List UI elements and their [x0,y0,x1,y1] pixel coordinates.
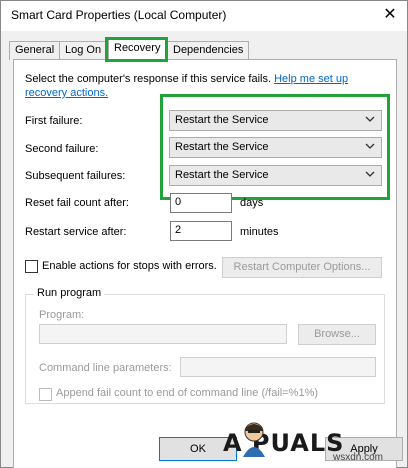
program-input[interactable] [39,324,287,344]
first-failure-select[interactable]: Restart the Service [169,110,382,131]
restart-service-label: Restart service after: [25,226,127,238]
restart-service-input[interactable]: 2 [170,221,232,241]
recovery-description: Select the computer's response if this s… [25,72,385,100]
enable-actions-checkbox[interactable] [25,260,38,273]
reset-fail-count-unit: days [240,197,264,209]
append-fail-count-checkbox[interactable] [39,388,52,401]
first-failure-value: Restart the Service [175,114,269,126]
close-button[interactable]: ✕ [379,5,401,25]
reset-fail-count-input[interactable]: 0 [170,193,232,213]
tab-recovery[interactable]: Recovery [108,39,167,61]
enable-actions-label: Enable actions for stops with errors. [42,260,217,272]
title-bar: Smart Card Properties (Local Computer) ✕ [1,1,407,31]
append-fail-count-label: Append fail count to end of command line… [56,387,319,399]
chevron-down-icon [365,116,375,122]
first-failure-label: First failure: [25,115,83,127]
run-program-group: Run program Program: Browse... Command l… [25,287,385,404]
subsequent-failures-value: Restart the Service [175,169,269,181]
second-failure-label: Second failure: [25,143,99,155]
tab-dependencies[interactable]: Dependencies [167,41,250,60]
description-text: Select the computer's response if this s… [25,73,272,85]
command-line-label: Command line parameters: [39,362,172,374]
window-title: Smart Card Properties (Local Computer) [11,8,227,22]
subsequent-failures-select[interactable]: Restart the Service [169,165,382,186]
command-line-input[interactable] [180,357,376,377]
site-watermark: wsxdn.com [333,452,384,463]
tab-log-on[interactable]: Log On [59,41,108,60]
second-failure-select[interactable]: Restart the Service [169,137,382,158]
tab-general[interactable]: General [9,41,61,60]
chevron-down-icon [365,143,375,149]
subsequent-failures-label: Subsequent failures: [25,170,126,182]
reset-fail-count-label: Reset fail count after: [25,197,129,209]
second-failure-value: Restart the Service [175,141,269,153]
run-program-legend: Run program [34,287,105,299]
restart-computer-options-button[interactable]: Restart Computer Options... [222,257,382,278]
recovery-panel: Select the computer's response if this s… [13,59,397,468]
chevron-down-icon [365,171,375,177]
browse-button[interactable]: Browse... [298,324,376,345]
restart-service-unit: minutes [240,226,279,238]
properties-dialog: Smart Card Properties (Local Computer) ✕… [0,0,408,468]
ok-button[interactable]: OK [159,437,237,461]
program-label: Program: [39,309,85,321]
